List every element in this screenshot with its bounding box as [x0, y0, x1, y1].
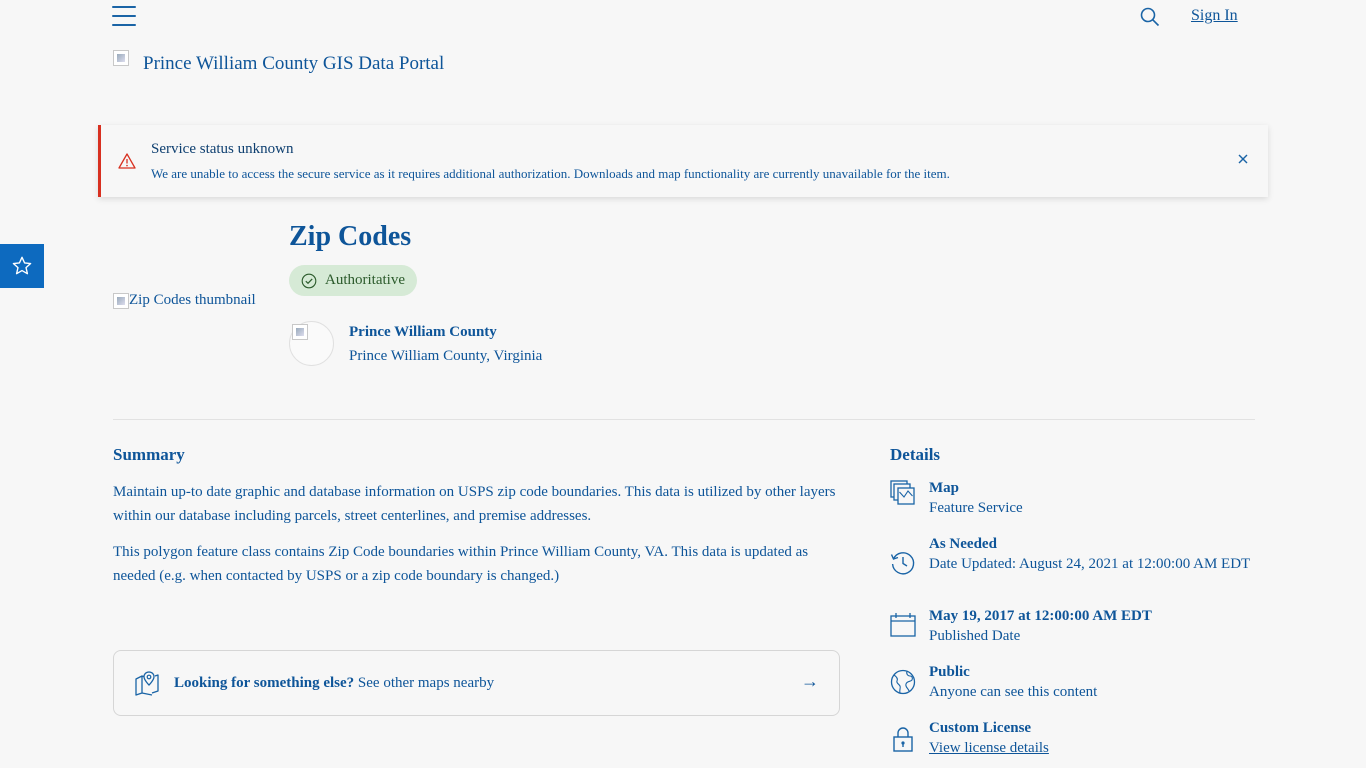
page-title: Zip Codes	[289, 221, 412, 252]
item-thumbnail: Zip Codes thumbnail	[113, 292, 256, 309]
sign-in-link[interactable]: Sign In	[1191, 7, 1238, 25]
view-license-link[interactable]: View license details	[929, 740, 1259, 756]
lock-icon	[890, 726, 916, 752]
service-status-alert: Service status unknown We are unable to …	[98, 125, 1268, 197]
star-icon	[12, 256, 32, 275]
detail-title: Map	[929, 480, 959, 496]
summary-paragraph: Maintain up-to date graphic and database…	[113, 484, 836, 524]
history-icon	[890, 550, 916, 576]
check-circle-icon	[301, 273, 317, 288]
favorite-button[interactable]	[0, 244, 44, 288]
badge-label: Authoritative	[325, 272, 405, 288]
divider	[113, 419, 1255, 420]
map-pin-icon	[134, 670, 160, 696]
detail-title: May 19, 2017 at 12:00:00 AM EDT	[929, 608, 1152, 624]
search-icon[interactable]	[1140, 7, 1160, 27]
nearby-maps-label: See other maps nearby	[354, 674, 495, 691]
detail-title: Custom License	[929, 720, 1032, 736]
detail-title: Public	[929, 664, 970, 680]
detail-title: As Needed	[929, 536, 997, 552]
layers-icon	[890, 480, 916, 506]
site-logo-text[interactable]: Prince William County GIS Data Portal	[143, 53, 444, 75]
broken-image-icon	[113, 50, 129, 66]
broken-image-icon	[292, 324, 308, 340]
detail-subtitle: Anyone can see this content	[929, 684, 1098, 700]
owner-avatar[interactable]	[289, 321, 334, 366]
owner-name-link[interactable]: Prince William County	[349, 324, 497, 341]
owner-location: Prince William County, Virginia	[349, 348, 543, 364]
detail-subtitle: Feature Service	[929, 500, 1023, 516]
broken-image-icon	[113, 292, 129, 309]
nearby-maps-text: Looking for something else? See other ma…	[174, 675, 494, 692]
globe-icon	[890, 669, 916, 695]
nearby-maps-card[interactable]: Looking for something else? See other ma…	[113, 650, 840, 716]
close-icon[interactable]	[1236, 152, 1250, 166]
authoritative-badge: Authoritative	[289, 265, 417, 296]
hamburger-menu-icon[interactable]	[112, 6, 136, 28]
alert-title: Service status unknown	[151, 141, 294, 157]
summary-heading: Summary	[113, 445, 185, 464]
nearby-maps-bold: Looking for something else?	[174, 674, 355, 691]
warning-icon	[118, 153, 136, 169]
alert-message: We are unable to access the secure servi…	[151, 166, 950, 181]
detail-subtitle: Published Date	[929, 628, 1021, 644]
summary-paragraph: This polygon feature class contains Zip …	[113, 544, 809, 584]
arrow-right-icon: →	[801, 671, 819, 691]
details-heading: Details	[890, 445, 941, 464]
site-logo[interactable]: Prince William County GIS Data Portal	[113, 50, 444, 75]
thumbnail-alt-text: Zip Codes thumbnail	[129, 292, 256, 308]
detail-subtitle: Date Updated: August 24, 2021 at 12:00:0…	[929, 556, 1251, 572]
top-navigation: Sign In	[0, 0, 1366, 40]
calendar-icon	[890, 612, 916, 638]
